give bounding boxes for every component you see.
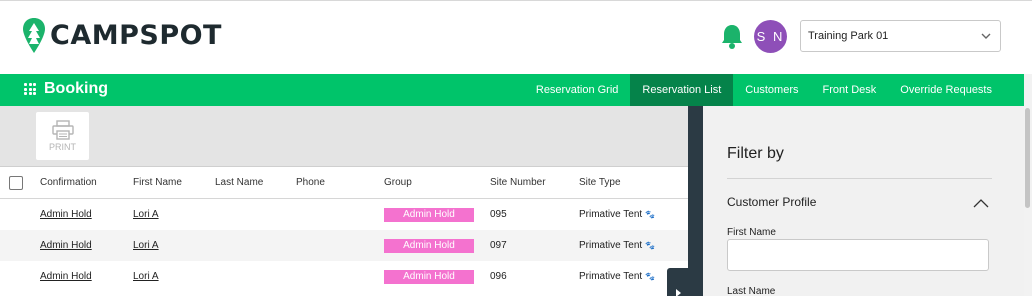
list-toolbar: PRINT	[0, 106, 688, 167]
top-header: CAMPSPOT S N Training Park 01	[0, 0, 1032, 74]
confirmation-link[interactable]: Admin Hold	[40, 271, 92, 282]
nav-link-reservation-grid[interactable]: Reservation Grid	[524, 74, 631, 106]
chevron-up-icon[interactable]	[973, 198, 989, 208]
first-name-link[interactable]: Lori A	[133, 209, 159, 220]
column-header-site-number[interactable]: Site Number	[490, 167, 546, 198]
site-type-cell: Primative Tent	[579, 240, 643, 251]
last-name-label: Last Name	[727, 286, 776, 297]
paw-icon: 🐾	[645, 210, 656, 219]
app-grid-icon[interactable]	[24, 83, 36, 95]
print-button[interactable]: PRINT	[36, 112, 89, 160]
first-name-link[interactable]: Lori A	[133, 271, 159, 282]
paw-icon: 🐾	[645, 241, 656, 250]
site-number-cell: 095	[490, 209, 507, 220]
table-row[interactable]: Admin Hold Lori A Admin Hold 095 Primati…	[0, 199, 688, 230]
bell-icon[interactable]	[720, 23, 744, 49]
main-nav: Booking Reservation Grid Reservation Lis…	[0, 74, 1024, 106]
nav-link-reservation-list[interactable]: Reservation List	[630, 74, 734, 106]
first-name-label: First Name	[727, 227, 776, 238]
select-all-checkbox[interactable]	[9, 176, 23, 190]
nav-links: Reservation Grid Reservation List Custom…	[524, 74, 1024, 106]
site-type-cell: Primative Tent	[579, 209, 643, 220]
column-header-last-name[interactable]: Last Name	[215, 167, 263, 198]
nav-link-customers[interactable]: Customers	[733, 74, 810, 106]
reservation-table: Confirmation First Name Last Name Phone …	[0, 167, 688, 292]
filter-title: Filter by	[727, 145, 784, 162]
column-header-first-name[interactable]: First Name	[133, 167, 182, 198]
column-header-confirmation[interactable]: Confirmation	[40, 167, 97, 198]
park-select-value: Training Park 01	[808, 30, 889, 42]
printer-icon	[51, 120, 74, 140]
user-avatar[interactable]: S N	[754, 20, 787, 53]
table-row[interactable]: Admin Hold Lori A Admin Hold 097 Primati…	[0, 230, 688, 261]
site-number-cell: 097	[490, 240, 507, 251]
print-label: PRINT	[49, 142, 76, 152]
nav-link-front-desk[interactable]: Front Desk	[810, 74, 888, 106]
confirmation-link[interactable]: Admin Hold	[40, 240, 92, 251]
page-scrollbar-thumb[interactable]	[1025, 108, 1030, 208]
column-header-phone[interactable]: Phone	[296, 167, 325, 198]
filter-divider	[727, 178, 992, 179]
customer-profile-section[interactable]: Customer Profile	[727, 195, 816, 209]
park-select[interactable]: Training Park 01	[800, 20, 1001, 52]
paw-icon: 🐾	[645, 272, 656, 281]
filter-panel-toggle[interactable]	[667, 268, 703, 297]
table-row[interactable]: Admin Hold Lori A Admin Hold 096 Primati…	[0, 261, 688, 292]
table-header: Confirmation First Name Last Name Phone …	[0, 167, 688, 199]
column-header-group[interactable]: Group	[384, 167, 412, 198]
nav-link-override-requests[interactable]: Override Requests	[888, 74, 1024, 106]
confirmation-link[interactable]: Admin Hold	[40, 209, 92, 220]
first-name-link[interactable]: Lori A	[133, 240, 159, 251]
nav-title: Booking	[44, 80, 108, 97]
group-badge: Admin Hold	[384, 269, 474, 284]
column-header-site-type[interactable]: Site Type	[579, 167, 621, 198]
campspot-logo[interactable]: CAMPSPOT	[22, 17, 222, 54]
nav-brand[interactable]: Booking	[24, 80, 108, 98]
group-badge: Admin Hold	[384, 238, 474, 253]
first-name-input[interactable]	[727, 239, 989, 271]
chevron-down-icon	[981, 33, 991, 39]
site-type-cell: Primative Tent	[579, 271, 643, 282]
tree-pin-icon	[23, 18, 45, 53]
group-badge: Admin Hold	[384, 207, 474, 222]
site-number-cell: 096	[490, 271, 507, 282]
logo-text: CAMPSPOT	[50, 20, 222, 51]
filter-panel: Filter by Customer Profile First Name La…	[703, 106, 1024, 297]
